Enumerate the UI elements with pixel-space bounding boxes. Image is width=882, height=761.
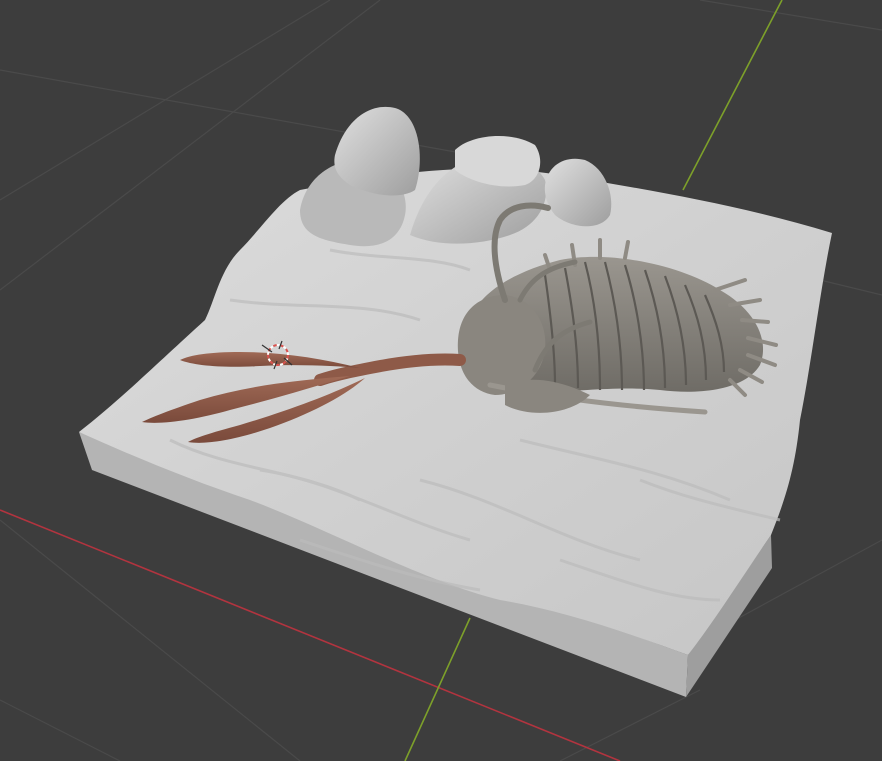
viewport-canvas[interactable] [0, 0, 882, 761]
3d-viewport[interactable] [0, 0, 882, 761]
y-axis-line-top [682, 0, 783, 191]
rock-left-top [334, 106, 420, 196]
y-axis-line-bottom [404, 617, 471, 761]
sand-base[interactable] [79, 168, 832, 697]
